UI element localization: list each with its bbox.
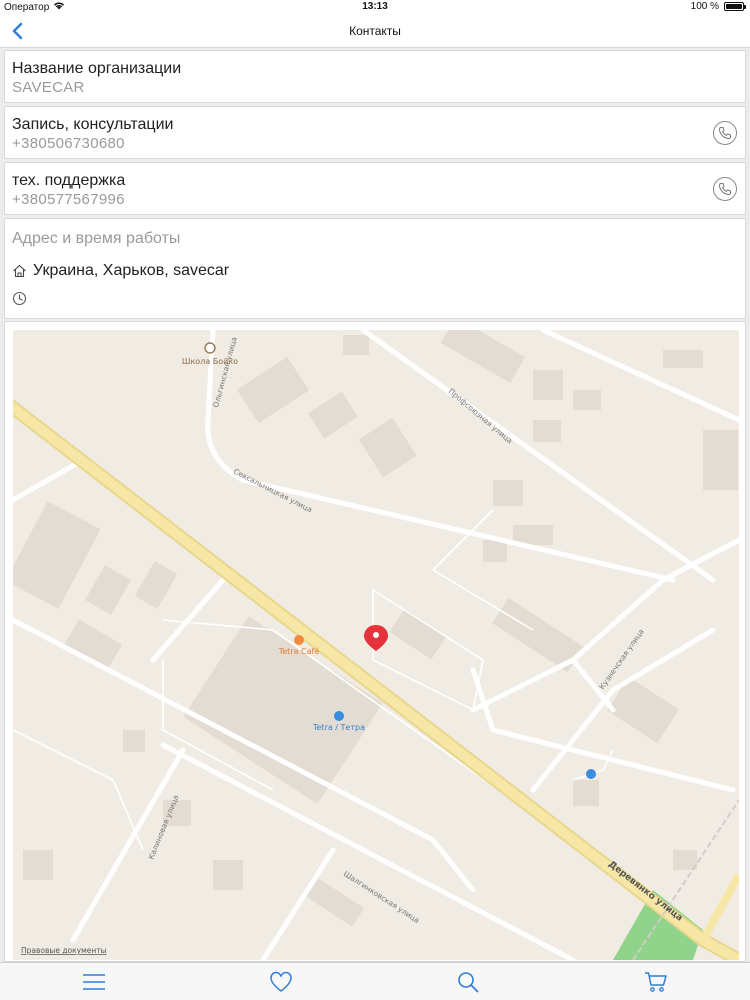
legal-link[interactable]: Правовые документы xyxy=(21,946,107,955)
contact-label: тех. поддержка xyxy=(12,172,126,189)
battery-level xyxy=(726,4,742,9)
search-icon xyxy=(458,972,479,993)
contact-label: Запись, консультации xyxy=(12,116,174,133)
poi-marker-small[interactable] xyxy=(586,769,596,779)
tab-bar xyxy=(0,962,750,1000)
clock-icon xyxy=(12,291,27,306)
tab-cart[interactable] xyxy=(643,970,669,994)
map-canvas[interactable]: Ольгинская улица Профсоюзная улица Секса… xyxy=(13,330,739,960)
phone-icon xyxy=(718,183,731,196)
nav-bar: Контакты xyxy=(0,14,750,48)
contact-phone[interactable]: +380506730680 xyxy=(12,135,125,152)
call-button[interactable] xyxy=(713,121,737,145)
address-heading: Адрес и время работы xyxy=(12,230,181,247)
status-bar: Оператор 13:13 100 % xyxy=(0,0,750,14)
heart-icon xyxy=(270,971,292,992)
poi-label: Школа Бойко xyxy=(182,357,238,366)
status-right: 100 % xyxy=(690,1,746,12)
tab-favorites[interactable] xyxy=(268,970,294,994)
poi-label: Tetra / Тетра xyxy=(312,723,365,732)
status-time: 13:13 xyxy=(362,1,388,12)
address-row: Украина, Харьков, savecar xyxy=(12,262,229,280)
map-card: Ольгинская улица Профсоюзная улица Секса… xyxy=(4,321,746,962)
poi-label: Tetra Café xyxy=(278,646,320,656)
address-card: Адрес и время работы Украина, Харьков, s… xyxy=(4,218,746,319)
page-title: Контакты xyxy=(349,24,401,38)
contact-phone[interactable]: +380577567996 xyxy=(12,191,125,208)
hours-row xyxy=(12,291,27,311)
contact-card-support[interactable]: тех. поддержка +380577567996 xyxy=(4,162,746,215)
organization-value: SAVECAR xyxy=(12,79,85,96)
phone-icon xyxy=(718,127,731,140)
organization-card: Название организации SAVECAR xyxy=(4,50,746,103)
contact-card-booking[interactable]: Запись, консультации +380506730680 xyxy=(4,106,746,159)
map-view[interactable]: Ольгинская улица Профсоюзная улица Секса… xyxy=(13,330,739,960)
address-text: Украина, Харьков, savecar xyxy=(33,262,230,279)
organization-label: Название организации xyxy=(12,60,182,77)
call-button[interactable] xyxy=(713,177,737,201)
home-icon xyxy=(13,264,26,278)
tab-menu[interactable] xyxy=(81,970,107,994)
cart-icon xyxy=(645,972,667,992)
menu-icon xyxy=(83,974,105,990)
battery-percent: 100 % xyxy=(690,1,719,12)
tab-search[interactable] xyxy=(455,970,481,994)
battery-icon xyxy=(724,2,746,11)
